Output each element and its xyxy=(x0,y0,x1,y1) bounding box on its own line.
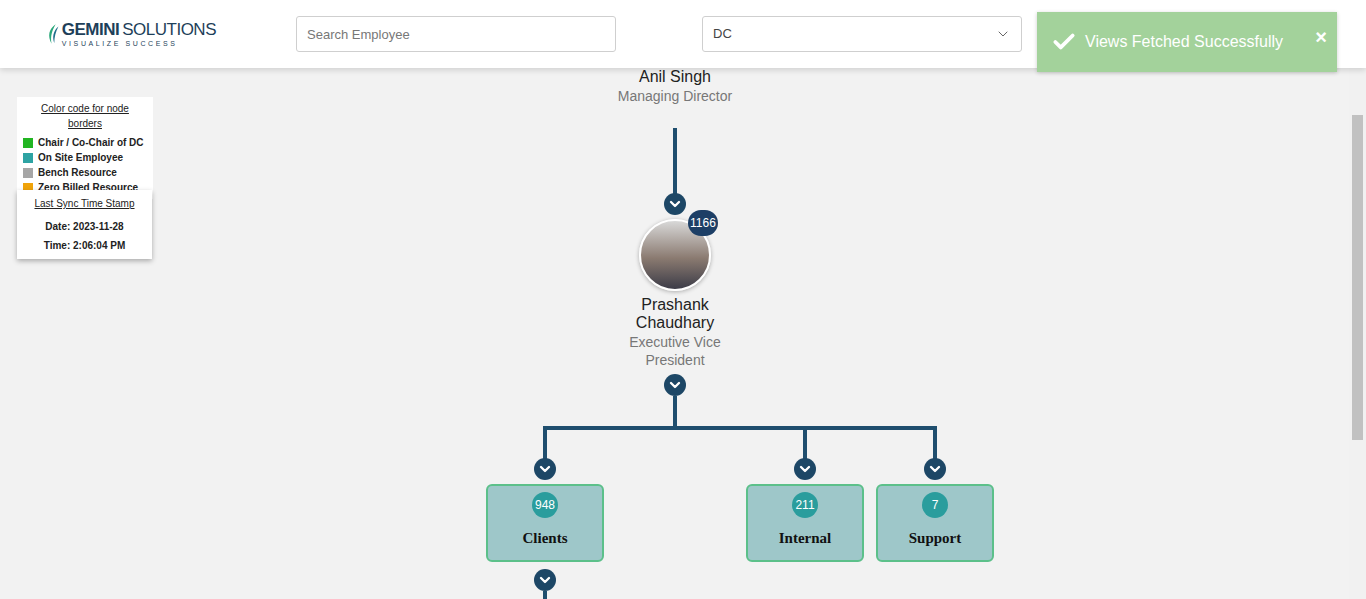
connector-line xyxy=(673,396,677,430)
legend-item: Chair / Co-Chair of DC xyxy=(23,135,147,150)
count-badge: 1166 xyxy=(688,210,718,236)
expand-button[interactable] xyxy=(534,569,556,591)
logo-brand: GEMINI xyxy=(62,21,119,38)
group-label: Clients xyxy=(523,527,568,550)
legend-item: On Site Employee xyxy=(23,150,147,165)
person-title: Executive Vice President xyxy=(620,333,730,369)
scrollbar[interactable] xyxy=(1349,68,1366,599)
app: GEMINISOLUTIONS VISUALIZE SUCCESS DC Views … xyxy=(0,0,1366,599)
collapse-button[interactable] xyxy=(664,193,686,215)
view-select-value: DC xyxy=(713,24,732,44)
legend-swatch xyxy=(23,168,33,178)
toast-message: Views Fetched Successfully xyxy=(1085,30,1315,54)
connector-line xyxy=(543,428,547,460)
collapse-button[interactable] xyxy=(924,458,946,480)
legend-swatch xyxy=(23,138,33,148)
sync-panel: Last Sync Time Stamp Date: 2023-11-28 Time… xyxy=(17,190,152,259)
chevron-down-icon xyxy=(537,461,553,477)
connector-line xyxy=(673,128,677,198)
collapse-button[interactable] xyxy=(794,458,816,480)
check-icon xyxy=(1051,29,1077,55)
search-input[interactable] xyxy=(296,16,616,52)
sync-date: Date: 2023-11-28 xyxy=(45,219,123,234)
leaf-logo-icon xyxy=(46,19,60,49)
sync-title: Last Sync Time Stamp xyxy=(34,196,134,211)
sync-time: Time: 2:06:04 PM xyxy=(44,238,126,253)
legend-panel: Color code for node borders Chair / Co-Ch… xyxy=(17,97,153,199)
view-select[interactable]: DC xyxy=(702,16,1022,52)
group-label: Support xyxy=(909,527,962,550)
toast: Views Fetched Successfully× xyxy=(1037,12,1337,72)
chevron-down-icon xyxy=(537,572,553,588)
legend-title: Color code for node borders xyxy=(23,101,147,131)
dropdown-icon xyxy=(995,26,1011,42)
toast-close-button[interactable]: × xyxy=(1315,22,1327,52)
root-title: Managing Director xyxy=(618,87,732,105)
group-count-badge: 7 xyxy=(922,492,948,518)
legend-swatch xyxy=(23,153,33,163)
logo[interactable]: GEMINISOLUTIONS VISUALIZE SUCCESS xyxy=(46,19,216,49)
group-node[interactable]: 7 Support xyxy=(876,484,994,562)
connector-line xyxy=(803,428,807,460)
logo-brand-2: SOLUTIONS xyxy=(122,21,216,38)
logo-tagline: VISUALIZE SUCCESS xyxy=(62,40,216,47)
connector-line xyxy=(543,591,547,599)
chevron-down-icon xyxy=(667,377,683,393)
org-chart-canvas[interactable]: Color code for node borders Chair / Co-Ch… xyxy=(0,68,1349,599)
collapse-button[interactable] xyxy=(664,374,686,396)
chevron-down-icon xyxy=(667,196,683,212)
group-node[interactable]: 211 Internal xyxy=(746,484,864,562)
scrollbar-thumb[interactable] xyxy=(1352,115,1363,440)
person-name: Prashank Chaudhary xyxy=(615,296,735,332)
group-count-badge: 211 xyxy=(792,492,818,518)
connector-line xyxy=(933,428,937,460)
root-name: Anil Singh xyxy=(639,68,711,86)
group-count-badge: 948 xyxy=(532,492,558,518)
chevron-down-icon xyxy=(797,461,813,477)
chevron-down-icon xyxy=(927,461,943,477)
group-label: Internal xyxy=(779,527,832,550)
group-node[interactable]: 948 Clients xyxy=(486,484,604,562)
legend-item: Bench Resource xyxy=(23,165,147,180)
root-node[interactable]: Anil SinghManaging Director xyxy=(575,68,775,105)
connector-line xyxy=(543,426,937,430)
collapse-button[interactable] xyxy=(534,458,556,480)
person-node[interactable]: Prashank ChaudharyExecutive Vice Preside… xyxy=(615,296,735,369)
